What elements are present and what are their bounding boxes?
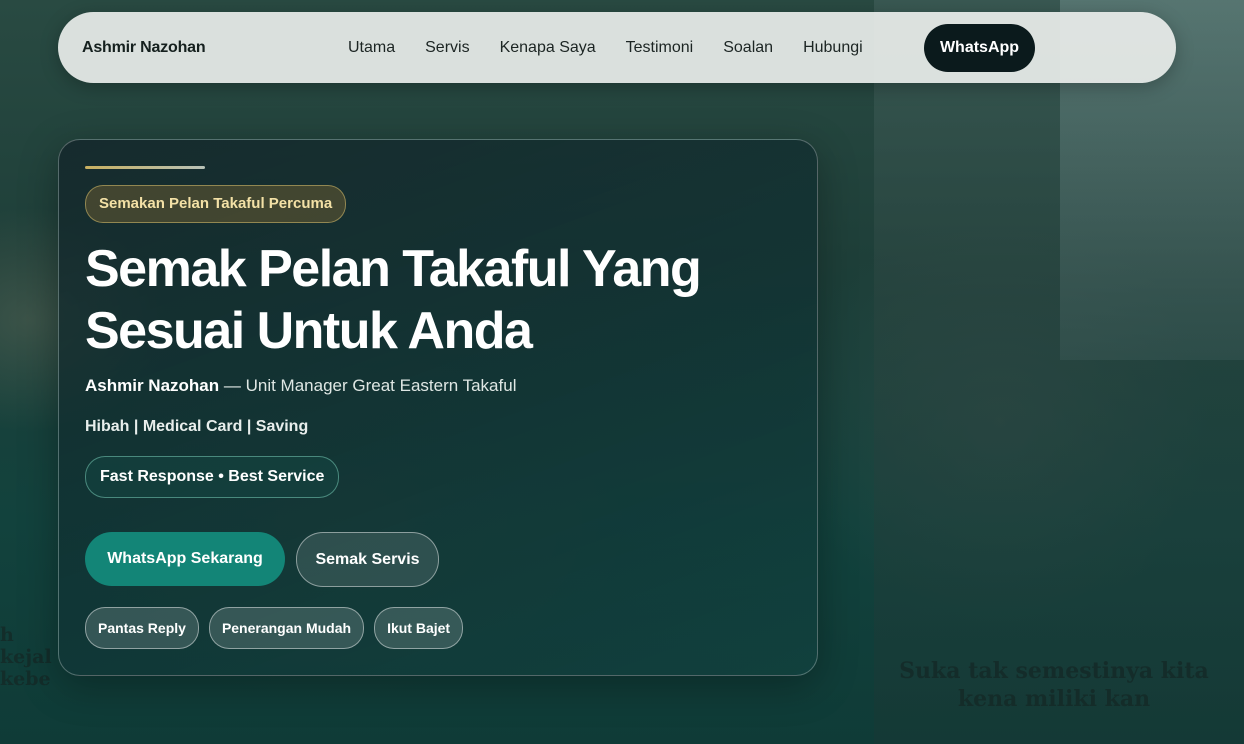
chip-ikut-bajet: Ikut Bajet — [374, 607, 464, 649]
chip-penerangan-mudah: Penerangan Mudah — [208, 607, 365, 649]
agent-subline: Ashmir Nazohan — Unit Manager Great East… — [85, 376, 516, 396]
brand-name[interactable]: Ashmir Nazohan — [82, 12, 206, 83]
nav-link-hubungi[interactable]: Hubungi — [803, 39, 863, 57]
agent-role: — Unit Manager Great Eastern Takaful — [219, 376, 517, 395]
eyebrow-badge: Semakan Pelan Takaful Percuma — [85, 185, 347, 223]
accent-line — [85, 166, 205, 169]
nav-link-utama[interactable]: Utama — [348, 39, 395, 57]
services-list: Hibah | Medical Card | Saving — [85, 418, 309, 435]
nav-link-soalan[interactable]: Soalan — [723, 39, 773, 57]
chip-pantas-reply: Pantas Reply — [85, 607, 199, 649]
nav-link-kenapa-saya[interactable]: Kenapa Saya — [500, 39, 596, 57]
hero-headline-line2: Sesuai Untuk Anda — [85, 302, 533, 360]
nav-link-testimoni[interactable]: Testimoni — [626, 39, 694, 57]
feature-chips: Pantas Reply Penerangan Mudah Ikut Bajet — [85, 607, 473, 649]
background-caption-right: Suka tak semestinya kita kena miliki kan — [899, 658, 1209, 712]
nav-whatsapp-button[interactable]: WhatsApp — [924, 24, 1035, 72]
agent-name: Ashmir Nazohan — [85, 376, 220, 395]
service-badge: Fast Response • Best Service — [85, 456, 340, 498]
nav-links: Utama Servis Kenapa Saya Testimoni Soala… — [348, 12, 893, 83]
check-services-button[interactable]: Semak Servis — [296, 532, 439, 587]
nav-link-servis[interactable]: Servis — [425, 39, 469, 57]
hero-headline-line1: Semak Pelan Takaful Yang — [85, 240, 702, 298]
top-navbar: Ashmir Nazohan Utama Servis Kenapa Saya … — [58, 12, 1176, 83]
whatsapp-now-button[interactable]: WhatsApp Sekarang — [85, 532, 285, 586]
hero-headline: Semak Pelan Takaful Yang Sesuai Untuk An… — [85, 238, 785, 362]
hero-card: Semakan Pelan Takaful Percuma Semak Pela… — [58, 139, 818, 676]
